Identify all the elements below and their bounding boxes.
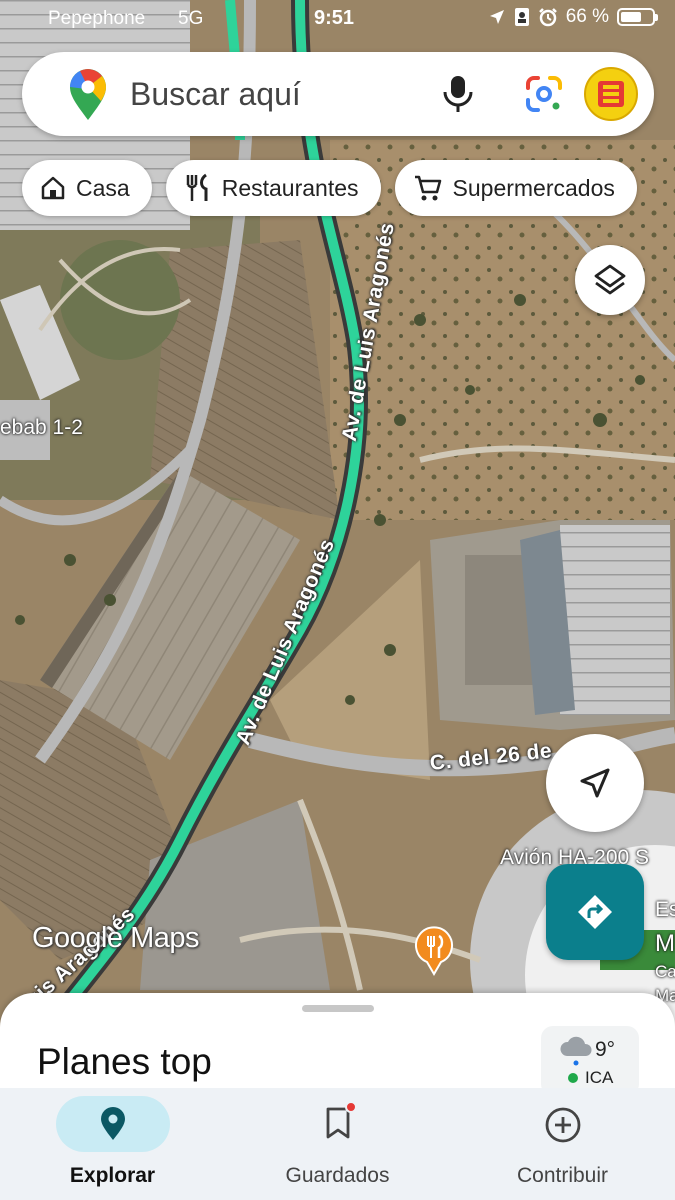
air-quality-label: ICA [585, 1068, 614, 1087]
air-quality-dot [568, 1073, 578, 1083]
category-chips: Casa Restaurantes Supermercados [22, 160, 637, 216]
place-label[interactable]: M [655, 930, 675, 958]
layers-icon [594, 264, 626, 295]
tab-contribuir[interactable]: Contribuir [450, 1088, 675, 1200]
profile-emblem-icon [598, 81, 624, 107]
shopping-cart-icon [414, 175, 441, 201]
sheet-drag-handle[interactable] [302, 1005, 374, 1012]
directions-button[interactable] [546, 864, 644, 960]
temperature: 9° [595, 1038, 616, 1061]
network-type: 5G [178, 8, 204, 29]
bottom-navigation: Explorar Guardados Contribuir [0, 1088, 675, 1200]
location-arrow-icon [489, 10, 504, 24]
fork-knife-icon [415, 926, 453, 976]
chip-label: Casa [76, 174, 130, 201]
battery-icon [617, 8, 658, 26]
tab-label: Contribuir [516, 1164, 609, 1187]
tab-guardados[interactable]: Guardados [225, 1088, 450, 1200]
notification-badge [345, 1101, 357, 1113]
google-maps-pin-icon [70, 69, 106, 120]
clock: 9:51 [314, 7, 355, 29]
place-label[interactable]: Es [655, 898, 675, 922]
layers-button[interactable] [575, 245, 645, 315]
location-pin-icon [100, 1107, 125, 1140]
navigation-arrow-icon [580, 768, 610, 798]
home-icon [41, 176, 65, 200]
chip-restaurantes[interactable]: Restaurantes [165, 160, 381, 216]
directions-icon [578, 895, 612, 929]
avatar[interactable] [584, 67, 638, 121]
chip-label: Restaurantes [221, 174, 359, 201]
google-lens-icon[interactable] [524, 74, 564, 114]
weather-card[interactable]: 9° ICA [541, 1026, 639, 1096]
chip-label: Supermercados [452, 174, 615, 201]
rain-cloud-icon [560, 1036, 592, 1066]
chip-supermercados[interactable]: Supermercados [394, 160, 637, 216]
battery-level [621, 12, 641, 22]
alarm-icon [538, 8, 557, 27]
status-bar: Pepephone 5G 9:51 66 % [0, 0, 675, 40]
tab-label: Guardados [285, 1164, 390, 1187]
add-circle-icon [545, 1107, 580, 1143]
my-location-button[interactable] [546, 734, 644, 832]
chip-casa[interactable]: Casa [22, 160, 152, 216]
search-bar[interactable]: Buscar aquí [22, 52, 654, 136]
microphone-icon[interactable] [440, 74, 476, 114]
tab-explorar[interactable]: Explorar [0, 1088, 225, 1200]
fork-knife-icon [186, 173, 208, 201]
search-input[interactable]: Buscar aquí [130, 76, 301, 113]
tab-label: Explorar [69, 1164, 156, 1187]
orientation-lock-icon [514, 8, 529, 26]
place-label[interactable]: Ca [655, 962, 675, 982]
battery-percent: 66 % [565, 6, 609, 27]
carrier-name: Pepephone [48, 8, 146, 29]
place-label[interactable]: ebab 1-2 [0, 416, 83, 440]
google-maps-wordmark: Google Maps [32, 922, 200, 954]
sheet-title: Planes top [37, 1041, 212, 1082]
